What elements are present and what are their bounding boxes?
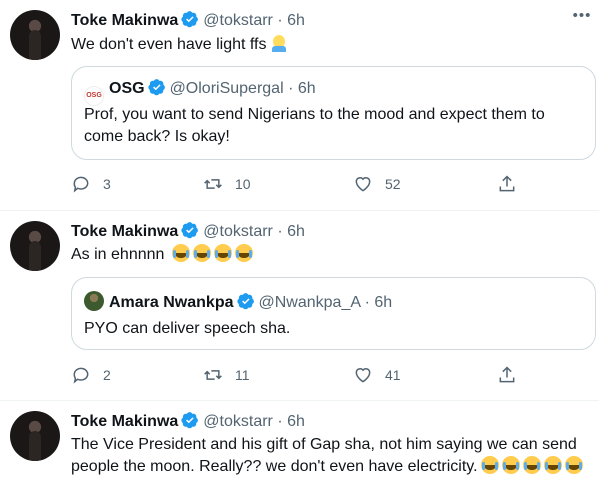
quoted-tweet[interactable]: Amara Nwankpa @Nwankpa_A · 6h PYO can del… <box>71 277 596 350</box>
timestamp[interactable]: 6h <box>287 413 305 430</box>
quote-header: Amara Nwankpa @Nwankpa_A · 6h <box>84 291 392 313</box>
avatar[interactable] <box>10 411 60 461</box>
tweet-header: Toke Makinwa @tokstarr · 6h <box>71 411 305 432</box>
display-name[interactable]: Toke Makinwa <box>71 12 178 29</box>
tweet-text: The Vice President and his gift of Gap s… <box>71 434 591 478</box>
quote-timestamp: 6h <box>297 80 316 97</box>
verified-badge-icon <box>147 79 165 96</box>
handle[interactable]: @tokstarr <box>203 413 273 430</box>
tweet[interactable]: Toke Makinwa @tokstarr · 6h ••• We don't … <box>0 0 599 211</box>
like-button[interactable]: 52 <box>353 172 401 196</box>
tears-of-joy-emoji-icon <box>171 244 190 262</box>
quote-timestamp: 6h <box>374 294 393 311</box>
retweet-button[interactable]: 10 <box>203 172 251 196</box>
display-name[interactable]: Toke Makinwa <box>71 413 178 430</box>
retweet-button[interactable]: 11 <box>203 363 250 387</box>
quote-display-name: OSG <box>109 80 145 97</box>
tweet-actions: 3 10 52 <box>71 172 531 196</box>
handle[interactable]: @tokstarr <box>203 223 273 240</box>
tears-of-joy-emoji-icon <box>522 456 541 474</box>
share-icon <box>499 175 515 192</box>
verified-badge-icon <box>236 293 254 310</box>
tweet-text-line: The Vice President and his gift of Gap s… <box>71 436 577 453</box>
separator-dot: · <box>288 80 294 97</box>
separator-dot: · <box>364 294 370 311</box>
tears-of-joy-emoji-icon <box>480 456 499 474</box>
tweet-feed: Toke Makinwa @tokstarr · 6h ••• We don't … <box>0 0 599 482</box>
tears-of-joy-emoji-icon <box>564 456 583 474</box>
like-count: 41 <box>385 367 401 383</box>
reply-button[interactable]: 3 <box>71 172 111 196</box>
quote-text: Prof, you want to send Nigerians to the … <box>84 106 545 145</box>
verified-badge-icon <box>181 11 199 28</box>
quoted-tweet[interactable]: OSG OSG @OloriSupergal · 6h Prof, you want… <box>71 66 596 160</box>
avatar[interactable] <box>10 221 60 271</box>
tweet-text: We don't even have light ffs <box>71 34 288 56</box>
timestamp[interactable]: 6h <box>287 12 305 29</box>
quote-display-name: Amara Nwankpa <box>109 294 234 311</box>
reply-icon <box>73 176 89 193</box>
heart-icon <box>355 368 371 383</box>
reply-count: 3 <box>103 176 111 192</box>
reply-button[interactable]: 2 <box>71 363 111 387</box>
quote-avatar: OSG <box>84 86 104 106</box>
heart-icon <box>355 177 371 192</box>
share-button[interactable] <box>497 172 529 196</box>
quote-handle: @OloriSupergal <box>169 80 284 97</box>
share-button[interactable] <box>497 363 529 387</box>
facepalm-emoji-icon <box>270 34 288 52</box>
tears-of-joy-emoji-icon <box>213 244 232 262</box>
handle[interactable]: @tokstarr <box>203 12 273 29</box>
tweet-header: Toke Makinwa @tokstarr · 6h <box>71 10 305 31</box>
timestamp[interactable]: 6h <box>287 223 305 240</box>
like-count: 52 <box>385 176 401 192</box>
reply-icon <box>73 367 89 384</box>
separator-dot: · <box>277 223 283 240</box>
quote-text: PYO can deliver speech sha. <box>84 320 291 337</box>
tweet[interactable]: Toke Makinwa @tokstarr · 6h The Vice Pres… <box>0 401 599 482</box>
retweet-count: 11 <box>235 367 250 383</box>
tears-of-joy-emoji-icon <box>234 244 253 262</box>
tweet-header: Toke Makinwa @tokstarr · 6h <box>71 221 305 242</box>
tweet-actions: 2 11 41 <box>71 363 531 387</box>
tears-of-joy-emoji-icon <box>192 244 211 262</box>
quote-header: OSG OSG @OloriSupergal · 6h <box>84 78 316 106</box>
separator-dot: · <box>277 12 283 29</box>
tweet[interactable]: Toke Makinwa @tokstarr · 6h As in ehnnnn … <box>0 211 599 401</box>
share-icon <box>499 366 515 383</box>
reply-count: 2 <box>103 367 111 383</box>
tears-of-joy-emoji-icon <box>543 456 562 474</box>
display-name[interactable]: Toke Makinwa <box>71 223 178 240</box>
separator-dot: · <box>277 413 283 430</box>
tears-of-joy-emoji-icon <box>501 456 520 474</box>
verified-badge-icon <box>181 222 199 239</box>
retweet-count: 10 <box>235 176 251 192</box>
verified-badge-icon <box>181 412 199 429</box>
avatar[interactable] <box>10 10 60 60</box>
retweet-icon <box>204 370 222 380</box>
quote-handle: @Nwankpa_A <box>258 294 361 311</box>
retweet-icon <box>204 179 222 189</box>
tweet-text-line: people the moon. Really?? we don't even … <box>71 456 591 478</box>
more-options-icon[interactable]: ••• <box>571 8 593 29</box>
like-button[interactable]: 41 <box>353 363 401 387</box>
tweet-text: As in ehnnnn <box>71 244 253 266</box>
quote-avatar <box>84 291 104 311</box>
